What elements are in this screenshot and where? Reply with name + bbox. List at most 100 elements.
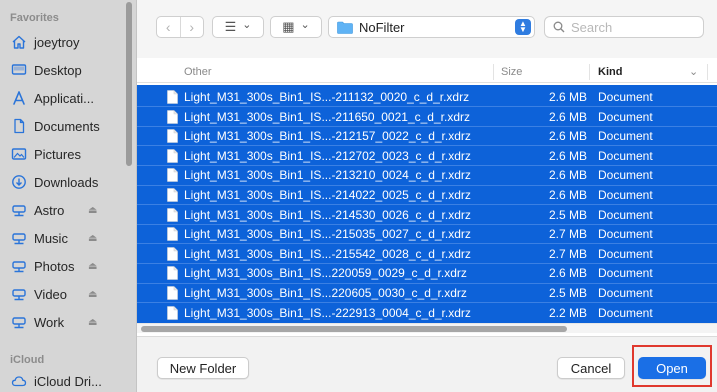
sidebar-item-music[interactable]: Music ⏏ — [0, 224, 124, 252]
file-kind: Document — [598, 109, 653, 124]
file-row[interactable]: Light_M31_300s_Bin1_IS...-211132_0020_c_… — [137, 87, 717, 107]
list-header: Other Size Kind ⌄ — [137, 61, 717, 83]
file-row[interactable]: Light_M31_300s_Bin1_IS...-211650_0021_c_… — [137, 107, 717, 127]
file-kind: Document — [598, 148, 653, 163]
sidebar-item-pictures[interactable]: Pictures — [0, 140, 124, 168]
file-name: Light_M31_300s_Bin1_IS...-215035_0027_c_… — [184, 227, 471, 242]
file-name: Light_M31_300s_Bin1_IS...-212157_0022_c_… — [184, 129, 471, 144]
search-field[interactable] — [544, 16, 704, 38]
sidebar-item-video[interactable]: Video ⏏ — [0, 280, 124, 308]
network-drive-icon — [10, 314, 28, 330]
search-input[interactable] — [571, 19, 691, 35]
file-name: Light_M31_300s_Bin1_IS...-222913_0004_c_… — [184, 305, 471, 320]
new-folder-button[interactable]: New Folder — [157, 357, 249, 379]
file-kind: Document — [598, 305, 653, 320]
sidebar-item-astro[interactable]: Astro ⏏ — [0, 196, 124, 224]
sidebar-item-label: Music — [34, 230, 68, 246]
sidebar-item-label: Downloads — [34, 174, 99, 190]
file-row[interactable]: Light_M31_300s_Bin1_IS...-212702_0023_c_… — [137, 146, 717, 166]
file-name: Light_M31_300s_Bin1_IS...-214530_0026_c_… — [184, 207, 471, 222]
icloud-section-label: iCloud — [10, 354, 45, 366]
location-popup[interactable]: NoFilter ▲ ▼ — [328, 16, 535, 38]
horizontal-scrollbar[interactable] — [137, 323, 717, 333]
applications-icon — [10, 90, 28, 106]
scrollbar-thumb[interactable] — [141, 326, 567, 332]
column-divider[interactable] — [589, 64, 590, 80]
cancel-button[interactable]: Cancel — [557, 357, 625, 379]
file-size: 2.5 MB — [548, 207, 587, 222]
file-size: 2.2 MB — [548, 305, 587, 320]
file-name: Light_M31_300s_Bin1_IS...-215542_0028_c_… — [184, 246, 471, 261]
row-divider — [137, 106, 717, 108]
row-divider — [137, 204, 717, 206]
file-document-icon — [167, 129, 178, 143]
eject-icon[interactable]: ⏏ — [88, 280, 97, 308]
sidebar-item-desktop[interactable]: Desktop — [0, 56, 124, 84]
grid-view-icon: ▦ — [282, 19, 295, 34]
sidebar-item-downloads[interactable]: Downloads — [0, 168, 124, 196]
forward-button[interactable]: › — [181, 17, 204, 37]
home-icon — [10, 34, 28, 50]
file-row[interactable]: Light_M31_300s_Bin1_IS...-214022_0025_c_… — [137, 185, 717, 205]
column-divider[interactable] — [493, 64, 494, 80]
open-button[interactable]: Open — [638, 357, 706, 379]
search-icon — [553, 21, 565, 33]
column-header-size[interactable]: Size — [501, 61, 522, 83]
network-drive-icon — [10, 202, 28, 218]
file-row[interactable]: Light_M31_300s_Bin1_IS...-215035_0027_c_… — [137, 224, 717, 244]
file-row[interactable]: Light_M31_300s_Bin1_IS...220059_0029_c_d… — [137, 263, 717, 283]
file-rows: Light_M31_300s_Bin1_IS...-211132_0020_c_… — [137, 85, 717, 325]
sidebar-item-applicati[interactable]: Applicati... — [0, 84, 124, 112]
back-button[interactable]: ‹ — [157, 17, 181, 37]
file-name: Light_M31_300s_Bin1_IS...220059_0029_c_d… — [184, 266, 467, 281]
file-kind: Document — [598, 246, 653, 261]
file-row[interactable]: Light_M31_300s_Bin1_IS...-213210_0024_c_… — [137, 165, 717, 185]
file-document-icon — [167, 305, 178, 320]
sort-chevron-icon: ⌄ — [689, 66, 699, 78]
sidebar-scrollbar[interactable] — [126, 2, 132, 166]
sidebar-item-documents[interactable]: Documents — [0, 112, 124, 140]
column-header-kind[interactable]: Kind — [598, 61, 622, 83]
popup-arrows-icon: ▲ ▼ — [515, 19, 531, 35]
sidebar-item-icloud-drive[interactable]: iCloud Dri... — [0, 367, 124, 392]
sidebar-item-label: Work — [34, 314, 65, 330]
file-kind: Document — [598, 188, 653, 202]
eject-icon[interactable]: ⏏ — [88, 252, 97, 280]
chevron-down-icon: ⌄ — [242, 18, 252, 31]
view-grid-button[interactable]: ▦ ⌄ — [270, 16, 322, 38]
file-row[interactable]: Light_M31_300s_Bin1_IS...-214530_0026_c_… — [137, 205, 717, 225]
file-name: Light_M31_300s_Bin1_IS...-213210_0024_c_… — [184, 168, 471, 183]
file-kind: Document — [598, 266, 653, 281]
file-row[interactable]: Light_M31_300s_Bin1_IS...220605_0030_c_d… — [137, 283, 717, 303]
eject-icon[interactable]: ⏏ — [88, 224, 97, 252]
dialog-footer: New Folder Cancel Open — [137, 336, 717, 392]
row-divider — [137, 302, 717, 304]
file-name: Light_M31_300s_Bin1_IS...220605_0030_c_d… — [184, 286, 467, 300]
downloads-icon — [10, 174, 28, 190]
file-size: 2.6 MB — [548, 266, 587, 281]
list-view-icon: ☰ — [224, 19, 237, 34]
file-kind: Document — [598, 168, 653, 183]
eject-icon[interactable]: ⏏ — [88, 308, 97, 336]
sidebar-item-work[interactable]: Work ⏏ — [0, 308, 124, 336]
column-divider[interactable] — [707, 64, 708, 80]
file-row[interactable]: Light_M31_300s_Bin1_IS...-212157_0022_c_… — [137, 126, 717, 146]
column-header-name[interactable]: Other — [184, 61, 212, 83]
row-divider — [137, 184, 717, 186]
file-document-icon — [167, 148, 178, 163]
file-size: 2.6 MB — [548, 148, 587, 163]
file-kind: Document — [598, 207, 653, 222]
file-row[interactable]: Light_M31_300s_Bin1_IS...-222913_0004_c_… — [137, 303, 717, 323]
row-divider — [137, 125, 717, 127]
sidebar-item-label: iCloud Dri... — [34, 373, 102, 389]
row-divider — [137, 223, 717, 225]
file-row[interactable]: Light_M31_300s_Bin1_IS...-215542_0028_c_… — [137, 244, 717, 264]
sidebar-item-joeytroy[interactable]: joeytroy — [0, 28, 124, 56]
eject-icon[interactable]: ⏏ — [88, 196, 97, 224]
file-document-icon — [167, 90, 178, 104]
sidebar-item-photos[interactable]: Photos ⏏ — [0, 252, 124, 280]
file-size: 2.6 MB — [548, 168, 587, 183]
file-size: 2.6 MB — [548, 90, 587, 104]
row-divider — [137, 262, 717, 264]
view-list-button[interactable]: ☰ ⌄ — [212, 16, 264, 38]
